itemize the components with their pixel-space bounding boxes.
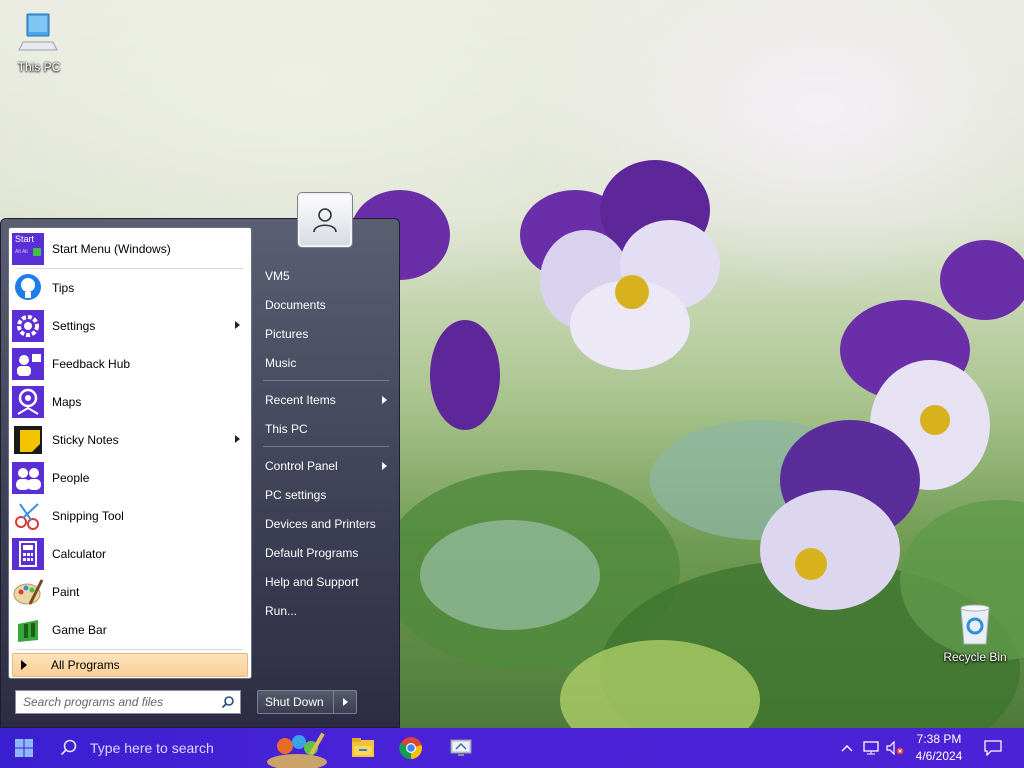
notification-icon	[984, 740, 1002, 756]
menu-item-music[interactable]: Music	[257, 351, 393, 375]
search-icon	[60, 739, 77, 756]
program-label: People	[52, 471, 90, 485]
separator	[263, 380, 389, 381]
program-feedback-hub[interactable]: Feedback Hub	[12, 346, 248, 382]
people-icon	[12, 462, 44, 494]
chevron-up-icon	[841, 745, 853, 752]
maps-icon	[12, 386, 44, 418]
taskbar-app-paint-3d[interactable]	[258, 728, 338, 768]
paint-3d-icon	[267, 732, 327, 768]
desktop-icon-label: Recycle Bin	[943, 650, 1007, 664]
program-label: Game Bar	[52, 623, 107, 637]
user-icon	[313, 208, 337, 233]
menu-item-control-panel[interactable]: Control Panel	[257, 454, 393, 478]
menu-item-pictures[interactable]: Pictures	[257, 322, 393, 346]
program-tips[interactable]: Tips	[12, 270, 248, 306]
program-label: Tips	[52, 281, 75, 295]
sticky-notes-icon	[12, 424, 44, 456]
submenu-arrow-icon	[382, 462, 387, 470]
start-search-input[interactable]	[21, 694, 221, 710]
chrome-icon	[399, 737, 422, 760]
calculator-icon	[12, 538, 44, 570]
menu-item-devices-and-printers[interactable]: Devices and Printers	[257, 512, 393, 536]
menu-item-help-and-support[interactable]: Help and Support	[257, 570, 393, 594]
tray-show-hidden-icons[interactable]	[836, 728, 858, 768]
menu-item-vm5[interactable]: VM5	[257, 264, 393, 288]
taskbar: Type here to search 7:38 PM 4/6/2024	[0, 728, 1024, 768]
all-programs-button[interactable]: All Programs	[12, 653, 248, 677]
program-label: Start Menu (Windows)	[52, 242, 171, 256]
program-game-bar[interactable]: Game Bar	[12, 612, 248, 648]
paint-icon	[12, 576, 44, 608]
feedback-hub-icon	[12, 348, 44, 380]
tray-network[interactable]	[860, 728, 882, 768]
start-menu-app-icon: Start Alt Alt	[12, 233, 44, 265]
taskbar-app-remote-desktop[interactable]	[442, 728, 480, 768]
submenu-arrow-icon	[235, 321, 240, 329]
taskbar-app-chrome[interactable]	[392, 728, 430, 768]
desktop-icon-recycle-bin[interactable]: Recycle Bin	[940, 602, 1010, 664]
snipping-tool-icon	[12, 500, 44, 532]
program-label: Snipping Tool	[52, 509, 124, 523]
shut-down-label: Shut Down	[265, 695, 324, 709]
desktop-icon-label: This PC	[17, 60, 61, 74]
windows-logo-icon	[15, 739, 33, 757]
settings-icon	[12, 310, 44, 342]
menu-item-pc-settings[interactable]: PC settings	[257, 483, 393, 507]
program-label: Settings	[52, 319, 96, 333]
program-label: Sticky Notes	[52, 433, 119, 447]
taskbar-search-placeholder: Type here to search	[90, 740, 214, 756]
clock-time: 7:38 PM	[916, 732, 962, 746]
program-settings[interactable]: Settings	[12, 308, 248, 344]
shut-down-options-arrow-icon[interactable]	[343, 698, 348, 706]
shut-down-button[interactable]: Shut Down	[257, 690, 357, 714]
separator	[263, 446, 389, 447]
program-start-menu-windows[interactable]: Start Alt Alt Start Menu (Windows)	[12, 231, 248, 267]
game-bar-icon	[12, 614, 44, 646]
network-icon	[863, 741, 879, 755]
taskbar-app-file-explorer[interactable]	[344, 728, 382, 768]
program-sticky-notes[interactable]: Sticky Notes	[12, 422, 248, 458]
menu-item-recent-items[interactable]: Recent Items	[257, 388, 393, 412]
program-label: Maps	[52, 395, 82, 409]
clock-date: 4/6/2024	[915, 749, 963, 763]
start-menu: Start Alt Alt Start Menu (Windows) Tips …	[0, 218, 400, 728]
program-label: Paint	[52, 585, 80, 599]
program-paint[interactable]: Paint	[12, 574, 248, 610]
menu-item-this-pc[interactable]: This PC	[257, 417, 393, 441]
separator	[17, 268, 243, 269]
program-label: Feedback Hub	[52, 357, 131, 371]
program-maps[interactable]: Maps	[12, 384, 248, 420]
start-menu-programs-pane: Start Alt Alt Start Menu (Windows) Tips …	[8, 227, 252, 679]
tips-icon	[12, 272, 44, 304]
remote-desktop-icon	[450, 739, 472, 756]
submenu-arrow-icon	[235, 435, 240, 443]
expand-arrow-icon	[21, 660, 27, 670]
computer-icon	[17, 12, 61, 56]
program-people[interactable]: People	[12, 460, 248, 496]
program-calculator[interactable]: Calculator	[12, 536, 248, 572]
menu-item-default-programs[interactable]: Default Programs	[257, 541, 393, 565]
user-avatar[interactable]	[298, 193, 352, 247]
all-programs-label: All Programs	[51, 658, 120, 672]
menu-item-run[interactable]: Run...	[257, 599, 393, 623]
recycle-bin-icon	[953, 602, 997, 646]
tray-clock[interactable]: 7:38 PM 4/6/2024	[906, 731, 972, 765]
volume-muted-icon	[886, 741, 904, 755]
search-icon	[221, 696, 234, 709]
menu-item-documents[interactable]: Documents	[257, 293, 393, 317]
tray-volume[interactable]	[884, 728, 906, 768]
taskbar-search-box[interactable]: Type here to search	[50, 728, 256, 768]
desktop-icon-this-pc[interactable]: This PC	[4, 12, 74, 74]
separator	[17, 649, 243, 650]
start-search-box[interactable]	[15, 690, 241, 714]
program-label: Calculator	[52, 547, 107, 561]
program-snipping-tool[interactable]: Snipping Tool	[12, 498, 248, 534]
start-button[interactable]	[0, 728, 48, 768]
file-explorer-icon	[352, 738, 374, 757]
submenu-arrow-icon	[382, 396, 387, 404]
action-center-button[interactable]	[978, 728, 1008, 768]
